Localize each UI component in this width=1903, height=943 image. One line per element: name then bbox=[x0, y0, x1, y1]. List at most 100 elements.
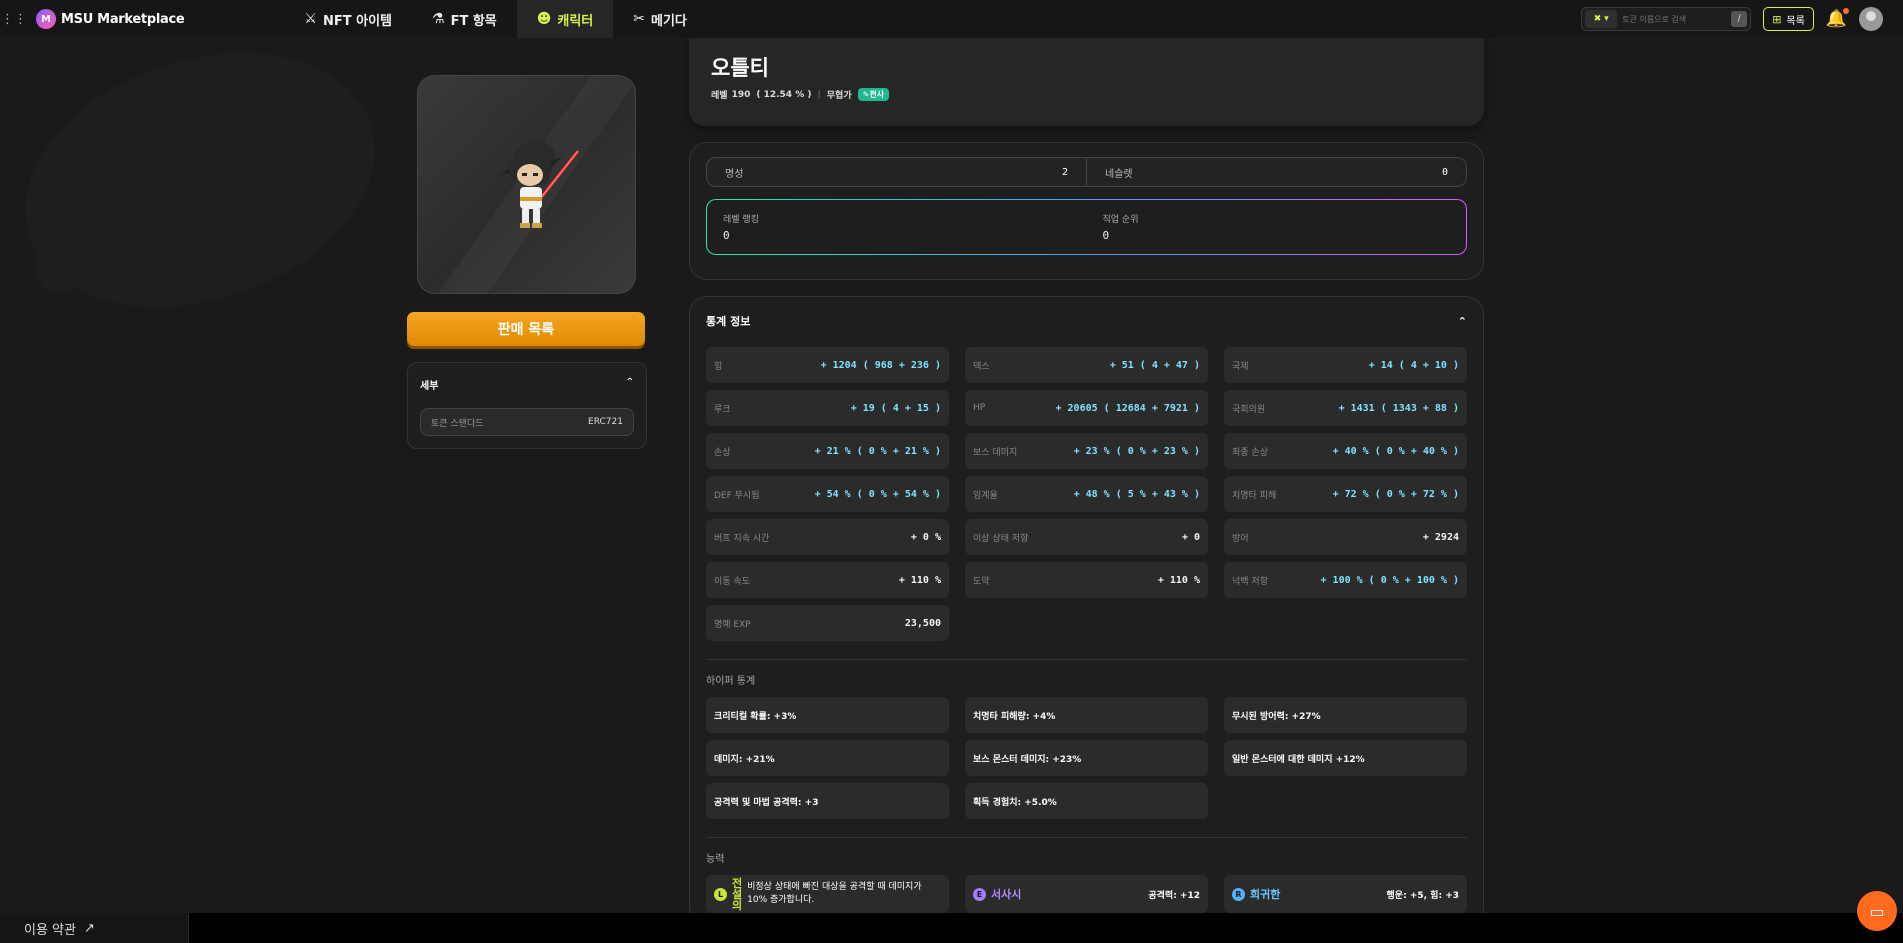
stat-value: + 14 ( 4 + 10 ) bbox=[1368, 359, 1459, 371]
stat-item: 방어 + 2924 bbox=[1224, 519, 1467, 555]
fame-cell: 명성 2 bbox=[707, 158, 1086, 186]
page-scrollbar[interactable] bbox=[1893, 38, 1903, 913]
stat-value: + 23 % ( 0 % + 23 % ) bbox=[1073, 445, 1200, 457]
chat-support-icon[interactable]: ▭ bbox=[1857, 891, 1897, 931]
top-right-actions: ✖ ▾ / ⊞ 목록 🔔 bbox=[1581, 0, 1903, 38]
stat-value: + 110 % bbox=[1157, 574, 1200, 586]
stat-key: 덱스 bbox=[973, 361, 990, 372]
nav-label: 캐릭터 bbox=[557, 13, 594, 29]
background-decoration bbox=[0, 10, 409, 350]
hyper-stats-title: 하이퍼 통계 bbox=[706, 676, 756, 687]
hyper-stat-item: 무시된 방어력: +27% bbox=[1224, 697, 1467, 733]
list-button[interactable]: ⊞ 목록 bbox=[1763, 7, 1814, 31]
ranking-inner: 레벨 랭킹 0 직업 순위 0 bbox=[707, 200, 1466, 254]
separator: | bbox=[817, 89, 821, 100]
stat-value: + 1204 ( 968 + 236 ) bbox=[820, 359, 941, 371]
stat-item: 국제 + 14 ( 4 + 10 ) bbox=[1224, 347, 1467, 383]
ability-item-epic: E 서사시 공격력: +12 bbox=[965, 875, 1208, 913]
user-avatar[interactable] bbox=[1859, 7, 1883, 31]
nav-ft-items[interactable]: ⚗ FT 항목 bbox=[412, 0, 517, 38]
ranking-key: 레벨 랭킹 bbox=[723, 215, 759, 225]
ranking-value: 0 bbox=[1102, 229, 1110, 242]
potion-icon: ⚗ bbox=[432, 11, 445, 27]
chevron-up-icon[interactable]: ⌃ bbox=[626, 377, 634, 392]
character-title-card: 오틀티 레벨 190 ( 12.54 % ) | 무협가 ✎전사 bbox=[689, 38, 1484, 126]
hyper-stat-item: 크리티컬 확률: +3% bbox=[706, 697, 949, 733]
hyper-stat-item: 보스 몬스터 데미지: +23% bbox=[965, 740, 1208, 776]
stat-item: HP + 20605 ( 12684 + 7921 ) bbox=[965, 390, 1208, 426]
fame-value: 0 bbox=[1441, 166, 1448, 178]
stat-value: + 51 ( 4 + 47 ) bbox=[1109, 359, 1200, 371]
stat-value: + 19 ( 4 + 15 ) bbox=[850, 402, 941, 414]
nav-nft-items[interactable]: ⚔ NFT 아이템 bbox=[284, 0, 412, 38]
token-standard-row: 토큰 스탠다드 ERC721 bbox=[420, 408, 634, 436]
stats-header[interactable]: 통계 정보 ⌃ bbox=[706, 313, 1467, 329]
terms-link[interactable]: 이용 약관 ↗ bbox=[0, 913, 189, 943]
stat-item: 루크 + 19 ( 4 + 15 ) bbox=[706, 390, 949, 426]
divider bbox=[706, 837, 1467, 838]
detail-header[interactable]: 세부 ⌃ bbox=[420, 377, 634, 392]
stat-item: 버프 지속 시간 + 0 % bbox=[706, 519, 949, 555]
ranking-key: 직업 순위 bbox=[1102, 215, 1139, 225]
stat-key: 방어 bbox=[1232, 533, 1249, 544]
divider bbox=[706, 659, 1467, 660]
stat-key: 이상 상태 저항 bbox=[973, 533, 1029, 544]
stat-value: + 20605 ( 12684 + 7921 ) bbox=[1055, 402, 1201, 414]
stat-value: + 0 bbox=[1181, 531, 1200, 543]
epic-grade-icon: E bbox=[973, 887, 986, 901]
stat-item: 최종 손상 + 40 % ( 0 % + 40 % ) bbox=[1224, 433, 1467, 469]
character-portrait bbox=[417, 75, 636, 294]
stat-key: 최종 손상 bbox=[1232, 447, 1268, 458]
detail-key: 토큰 스탠다드 bbox=[431, 418, 484, 429]
stat-value: + 54 % ( 0 % + 54 % ) bbox=[814, 488, 941, 500]
rare-grade-icon: R bbox=[1232, 887, 1245, 901]
job-class-badge: ✎전사 bbox=[857, 88, 890, 101]
nav-label: FT 항목 bbox=[450, 13, 497, 29]
stat-value: + 110 % bbox=[898, 574, 941, 586]
stat-key: 명예 EXP bbox=[714, 619, 751, 630]
chevron-up-icon[interactable]: ⌃ bbox=[1458, 315, 1467, 328]
stat-item: 넉백 저항 + 100 % ( 0 % + 100 % ) bbox=[1224, 562, 1467, 598]
stat-item: 보스 데미지 + 23 % ( 0 % + 23 % ) bbox=[965, 433, 1208, 469]
stat-value: + 0 % bbox=[910, 531, 941, 543]
character-left-panel: 판매 목록 세부 ⌃ 토큰 스탠다드 ERC721 bbox=[407, 75, 647, 449]
stat-key: 임계율 bbox=[973, 490, 998, 501]
job-badge-label: 전사 bbox=[869, 90, 885, 99]
fame-row: 명성 2 네슬렛 0 bbox=[706, 157, 1467, 187]
stat-key: DEF 무시됨 bbox=[714, 490, 760, 501]
logo[interactable]: M MSU Marketplace bbox=[36, 9, 185, 29]
bottom-bar bbox=[189, 913, 1903, 943]
search-filter-dropdown[interactable]: ✖ ▾ bbox=[1585, 10, 1618, 28]
stat-item: 힘 + 1204 ( 968 + 236 ) bbox=[706, 347, 949, 383]
job-name: 무협가 bbox=[826, 91, 852, 101]
ability-name: 희귀한 bbox=[1250, 888, 1281, 901]
character-subtitle: 레벨 190 ( 12.54 % ) | 무협가 ✎전사 bbox=[711, 88, 1462, 101]
stat-value: + 48 % ( 5 % + 43 % ) bbox=[1073, 488, 1200, 500]
stat-value: + 1431 ( 1343 + 88 ) bbox=[1338, 402, 1459, 414]
hyper-stat-item: 치명타 피해량: +4% bbox=[965, 697, 1208, 733]
search-input[interactable] bbox=[1622, 14, 1727, 24]
stats-title: 통계 정보 bbox=[706, 315, 751, 328]
legendary-grade-icon: L bbox=[714, 887, 727, 901]
sell-list-button[interactable]: 판매 목록 bbox=[407, 312, 645, 346]
stat-item: 명예 EXP 23,500 bbox=[706, 605, 949, 641]
hyper-stats-grid: 크리티컬 확률: +3% 치명타 피해량: +4% 무시된 방어력: +27% 데미지… bbox=[706, 697, 1467, 819]
character-name: 오틀티 bbox=[711, 56, 769, 80]
terms-label: 이용 약관 bbox=[24, 922, 76, 938]
character-icon: ☻ bbox=[536, 11, 552, 27]
stat-item: 국회의원 + 1431 ( 1343 + 88 ) bbox=[1224, 390, 1467, 426]
nav-characters[interactable]: ☻ 캐릭터 bbox=[516, 0, 614, 38]
notification-bell-icon[interactable]: 🔔 bbox=[1826, 8, 1849, 29]
app-grid-icon[interactable]: ⋮⋮ bbox=[1, 9, 27, 29]
stat-value: + 40 % ( 0 % + 40 % ) bbox=[1332, 445, 1459, 457]
nav-tools[interactable]: ✂ 메기다 bbox=[613, 0, 707, 38]
grid-icon: ⊞ bbox=[1772, 12, 1782, 26]
external-link-icon: ↗ bbox=[83, 920, 95, 936]
tools-icon: ✂ bbox=[633, 11, 645, 27]
ability-title: 능력 bbox=[706, 854, 725, 865]
stat-item: 이상 상태 저항 + 0 bbox=[965, 519, 1208, 555]
ability-desc: 비정상 상태에 빠진 대상을 공격할 때 데미지가 10% 증가합니다. bbox=[747, 882, 922, 905]
level-value: 190 bbox=[731, 89, 751, 100]
stat-item: 손상 + 21 % ( 0 % + 21 % ) bbox=[706, 433, 949, 469]
search-bar: ✖ ▾ / bbox=[1581, 7, 1752, 31]
